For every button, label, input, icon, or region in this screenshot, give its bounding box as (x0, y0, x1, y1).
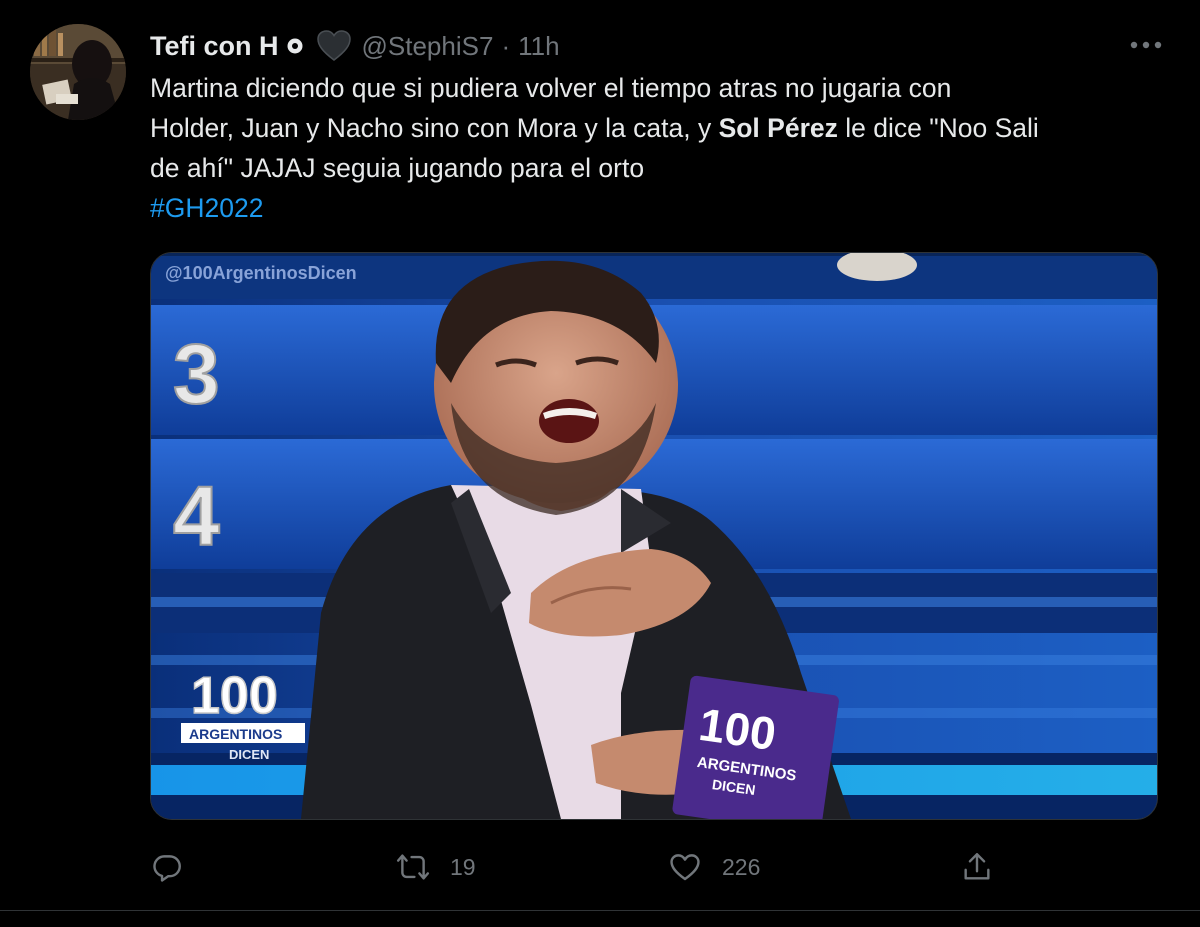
card-number: 100 (696, 698, 779, 760)
retweet-button[interactable]: 19 (396, 845, 476, 889)
share-icon (964, 853, 990, 880)
like-count: 226 (722, 853, 761, 880)
separator-dot: · (501, 30, 511, 61)
like-icon (670, 854, 700, 881)
tweet-text-line: de ahí" JAJAJ seguia jugando para el ort… (150, 153, 645, 183)
tweet-text-segment: le dice "Noo Sali (837, 113, 1039, 143)
reply-button[interactable] (150, 845, 204, 889)
circle-badge-icon (286, 37, 304, 55)
tweet-photo: @100ArgentinosDicen 3 4 100 ARGENTINOS D… (151, 253, 1157, 819)
show-card: 100 ARGENTINOS DICEN (672, 675, 839, 819)
retweet-icon (396, 854, 430, 880)
avatar[interactable] (30, 24, 126, 120)
reply-icon (153, 855, 181, 882)
bold-mention: Sol Pérez (718, 113, 838, 143)
divider (0, 910, 1200, 911)
timestamp[interactable]: 11h (518, 31, 559, 62)
user-handle[interactable]: @StephiS7 (362, 31, 494, 62)
like-button[interactable]: 226 (668, 845, 760, 889)
tweet-text-line: Martina diciendo que si pudiera volver e… (150, 73, 952, 103)
tweet-text-segment: Holder, Juan y Nacho sino con Mora y la … (150, 113, 719, 143)
tweet-text-line: Holder, Juan y Nacho sino con Mora y la … (150, 108, 1160, 148)
tweet-media[interactable]: @100ArgentinosDicen 3 4 100 ARGENTINOS D… (150, 252, 1158, 820)
share-button[interactable] (960, 845, 994, 889)
hashtag-link[interactable]: #GH2022 (150, 193, 263, 223)
tweet-actions: 19 226 (150, 845, 1160, 889)
display-name[interactable]: Tefi con H (150, 31, 279, 62)
tweet-header: Tefi con H @StephiS7 · 11h (150, 26, 560, 66)
logo-label: DICEN (229, 747, 269, 762)
logo-label: ARGENTINOS (189, 726, 282, 742)
retweet-count: 19 (450, 853, 476, 880)
logo-number: 100 (191, 667, 278, 725)
more-dots-icon (1130, 41, 1162, 49)
watermark-text: @100ArgentinosDicen (165, 263, 357, 283)
avatar-image (30, 24, 126, 120)
board-number: 3 (173, 327, 220, 421)
tweet-text: Martina diciendo que si pudiera volver e… (150, 68, 1160, 228)
black-heart-icon (316, 29, 352, 63)
board-number: 4 (173, 469, 220, 563)
tweet[interactable]: Tefi con H @StephiS7 · 11h Martina dicie… (0, 0, 1200, 927)
more-options-button[interactable] (1126, 30, 1166, 60)
